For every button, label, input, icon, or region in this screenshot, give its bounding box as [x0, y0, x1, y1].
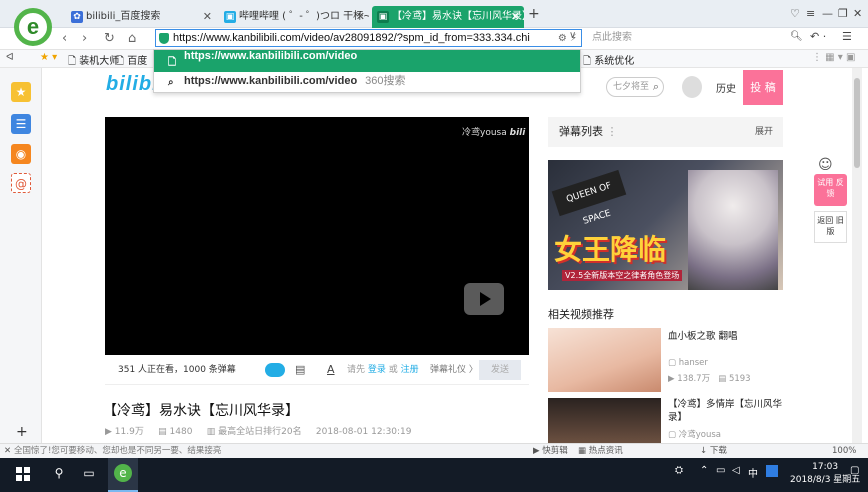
vertical-scrollbar[interactable] [852, 68, 862, 443]
tab-baidu[interactable]: ✿ bilibili_百度搜索 ✕ [66, 6, 216, 28]
status-item[interactable]: ▦ 热点资讯 [578, 444, 623, 458]
related-thumbnail[interactable] [548, 398, 661, 443]
favorites-icon[interactable]: ★ [11, 82, 31, 102]
close-tab-icon[interactable]: ✕ [511, 6, 520, 28]
danmaku-etiquette-link[interactable]: 弹幕礼仪 〉 [430, 355, 478, 385]
danmaku-count-icon: ▤ [158, 427, 167, 437]
register-link[interactable]: 注册 [401, 365, 419, 375]
search-icon: ⌕ [168, 77, 174, 88]
history-link[interactable]: 历史 [716, 80, 736, 95]
site-search-input[interactable]: 七夕将至 ⌕ [606, 77, 664, 97]
close-tab-icon[interactable]: ✕ [356, 6, 365, 28]
weibo-icon[interactable]: ◉ [11, 144, 31, 164]
tab-active-video[interactable]: ▣ 【冷鸢】易水诀【忘川风华录】 ✕ [372, 6, 524, 28]
video-meta: ▶ 11.9万 ▤ 1480 ▥ 最高全站日排行20名 2018-08-01 1… [105, 427, 412, 437]
windows-start-icon[interactable] [16, 467, 30, 481]
volume-icon[interactable]: ◁ [732, 465, 740, 476]
browser-logo-icon: e [14, 8, 52, 46]
rank-icon: ▥ [206, 427, 216, 437]
banner-character-image [688, 170, 778, 290]
paw-icon: ✿ [71, 11, 83, 23]
menu-icon[interactable]: ≡ [806, 7, 815, 20]
zoom-level[interactable]: 100% [832, 444, 856, 458]
tray-chevron-icon[interactable]: ⌃ [700, 465, 708, 476]
suggestion-item[interactable]: ⌕ https://www.kanbilibili.com/video 360搜索 [154, 72, 580, 94]
bilibili-wordmark: bili [509, 128, 526, 138]
ime-indicator[interactable]: 中 [748, 465, 758, 480]
bookmark-item[interactable]: 🗋 装机大师 [68, 52, 119, 71]
status-item[interactable]: ▶ 快剪辑 [533, 444, 568, 458]
back-icon[interactable]: ‹ [62, 28, 67, 50]
star-icon[interactable]: ★ ▾ [40, 52, 57, 63]
tv-icon: ▣ [377, 11, 389, 23]
mail-icon[interactable]: @ [11, 173, 31, 193]
back-to-old-button[interactable]: 返回 旧版 [814, 211, 847, 243]
related-title[interactable]: 血小板之歌 翻唱 [668, 330, 788, 343]
notification-icon[interactable]: ▢ [850, 465, 859, 476]
tv-icon: ▣ [224, 11, 236, 23]
collapse-icon[interactable]: ᐊ [6, 52, 14, 63]
play-count-icon: ▶ [105, 427, 112, 437]
refresh-icon[interactable]: ↻ [104, 28, 115, 50]
danmaku-list-header[interactable]: 弹幕列表 ⋮ 展开 [548, 117, 783, 147]
people-icon[interactable]: ⛭ [675, 465, 683, 476]
bookmark-item[interactable]: 🗋 百度 [116, 52, 147, 71]
search-icon[interactable]: 🔍︎ [790, 31, 803, 42]
page-icon: 🗋 [168, 57, 177, 68]
notes-icon[interactable]: ☰ [11, 114, 31, 134]
extension-icons[interactable]: ⋮ ▦ ▾ ▣ [812, 52, 855, 63]
player-watermark: 冷鸢yousa bili [462, 128, 526, 138]
expand-link[interactable]: 展开 [755, 117, 773, 147]
suggestion-item[interactable]: 🗋 https://www.kanbilibili.com/video [154, 50, 580, 72]
search-icon[interactable]: ⌕ [653, 78, 659, 96]
close-tab-icon[interactable]: ✕ [203, 6, 212, 28]
url-input[interactable]: https://www.kanbilibili.com/video/av2809… [155, 29, 582, 47]
new-tab-button[interactable]: + [528, 6, 540, 22]
related-thumbnail[interactable] [548, 328, 661, 392]
close-window-button[interactable]: ✕ [853, 7, 862, 20]
status-item[interactable]: ↓ 下载 [700, 444, 727, 458]
robot-icon[interactable]: ☺ [818, 157, 833, 173]
restore-button[interactable]: ❐ [838, 7, 848, 20]
browser-e-icon[interactable]: e [114, 464, 132, 482]
close-icon[interactable]: ✕ [4, 444, 11, 458]
related-title[interactable]: 【冷鸢】多情岸【忘川风华录】 [668, 398, 788, 424]
home-icon[interactable]: ⌂ [128, 28, 136, 50]
url-suggestion-dropdown: 🗋 https://www.kanbilibili.com/video ⌕ ht… [153, 49, 581, 93]
undo-icon[interactable]: ↶ · [810, 30, 826, 43]
avatar[interactable] [682, 76, 702, 98]
font-style-icon[interactable]: A [327, 355, 335, 385]
danmaku-toggle[interactable] [265, 363, 285, 377]
player-control-bar: 351 人正在看，1000 条弹幕 ▤ A 请先 登录 或 注册 弹幕礼仪 〉 … [105, 355, 529, 385]
dropdown-chevron-icon[interactable]: ∨ [569, 30, 576, 41]
login-link[interactable]: 登录 [368, 365, 386, 375]
danmaku-settings-icon[interactable]: ▤ [295, 355, 305, 385]
forward-icon[interactable]: › [82, 28, 87, 50]
related-author: ▢ 冷鸢yousa [668, 430, 721, 440]
status-bar: ✕ 全国惊了!您可要移动、您却也是不同另一要、结果接亮 ▶ 快剪辑 ▦ 热点资讯… [0, 443, 868, 458]
related-stats: ▶ 138.7万 ▤ 5193 [668, 374, 751, 384]
promo-banner[interactable]: QUEEN OF SPACE 女王降临 V2.5全新版本空之律者角色登场 [548, 160, 783, 290]
minimize-button[interactable]: — [822, 7, 833, 20]
feedback-button[interactable]: 试用 反馈 [814, 174, 847, 206]
tab-bilibili[interactable]: ▣ 哔哩哔哩 ( ゜- ゜)つロ 干杯~-bili ✕ [219, 6, 369, 28]
related-videos-heading: 相关视频推荐 [548, 308, 614, 321]
secure-shield-icon [159, 32, 169, 44]
skin-icon[interactable]: ♡ [790, 7, 800, 20]
send-danmaku-button[interactable]: 发送 [479, 360, 521, 380]
related-author: ▢ hanser [668, 358, 708, 368]
browser-search-input[interactable]: 点此搜索 [586, 29, 806, 47]
add-sidebar-button[interactable]: + [16, 424, 28, 440]
app-tray-icon[interactable] [766, 465, 778, 477]
tv-play-icon[interactable] [464, 283, 504, 315]
video-title: 【冷鸢】易水诀【忘川风华录】 [103, 403, 299, 419]
video-player[interactable] [105, 117, 529, 355]
search-icon[interactable]: ⚲ [50, 464, 68, 482]
bookmark-item-right[interactable]: 🗋 系统优化 [583, 52, 634, 71]
menu-icon[interactable]: ☰ [842, 30, 852, 43]
task-view-icon[interactable]: ▭ [80, 464, 98, 482]
upload-button[interactable]: 投 稿 [743, 70, 783, 105]
network-icon[interactable]: ▭ [716, 465, 725, 476]
